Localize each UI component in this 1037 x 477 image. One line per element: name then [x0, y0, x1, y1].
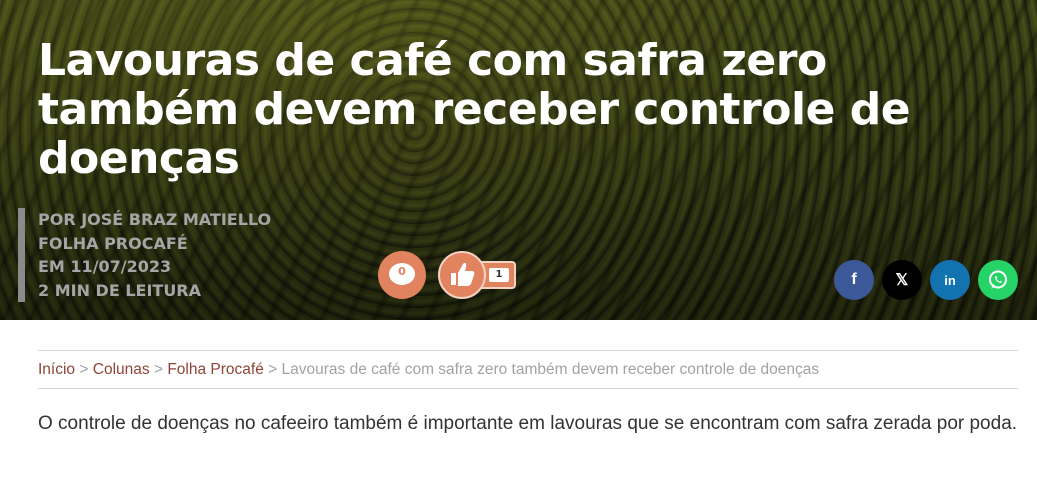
reading-time-line: 2 MIN DE LEITURA: [38, 280, 202, 300]
facebook-share-button[interactable]: f: [834, 260, 874, 300]
article-title: Lavouras de café com safra zero também d…: [38, 35, 911, 184]
whatsapp-share-button[interactable]: [978, 260, 1018, 300]
likes-count: 1: [489, 268, 509, 282]
facebook-icon: f: [851, 271, 857, 288]
comments-button[interactable]: 0: [378, 251, 426, 299]
breadcrumb: Início > Colunas > Folha Procafé > Lavou…: [38, 350, 1018, 389]
like-button[interactable]: 1: [438, 251, 520, 299]
breadcrumb-home[interactable]: Início: [38, 361, 75, 378]
linkedin-icon: in: [944, 272, 956, 288]
x-icon: 𝕏: [895, 272, 909, 289]
comments-count: 0: [398, 265, 406, 278]
like-circle: [438, 251, 486, 299]
breadcrumb-separator: >: [268, 361, 278, 378]
column-line: FOLHA PROCAFÉ: [38, 233, 188, 253]
date-line: EM 11/07/2023: [38, 257, 172, 276]
hero-banner: Lavouras de café com safra zero também d…: [0, 0, 1037, 320]
breadcrumb-folha-procafe[interactable]: Folha Procafé: [167, 361, 264, 378]
article-lead: O controle de doenças no cafeeiro também…: [38, 413, 1018, 434]
article-meta: POR JOSÉ BRAZ MATIELLO FOLHA PROCAFÉ EM …: [18, 208, 271, 302]
thumbs-up-icon: [451, 263, 475, 286]
breadcrumb-separator: >: [153, 361, 163, 378]
breadcrumb-separator: >: [79, 361, 89, 378]
whatsapp-icon: [989, 270, 1007, 289]
author-line: POR JOSÉ BRAZ MATIELLO: [38, 210, 272, 229]
linkedin-share-button[interactable]: in: [930, 260, 970, 300]
breadcrumb-colunas[interactable]: Colunas: [93, 361, 150, 378]
x-share-button[interactable]: 𝕏: [882, 260, 922, 300]
breadcrumb-current: Lavouras de café com safra zero também d…: [281, 361, 820, 378]
